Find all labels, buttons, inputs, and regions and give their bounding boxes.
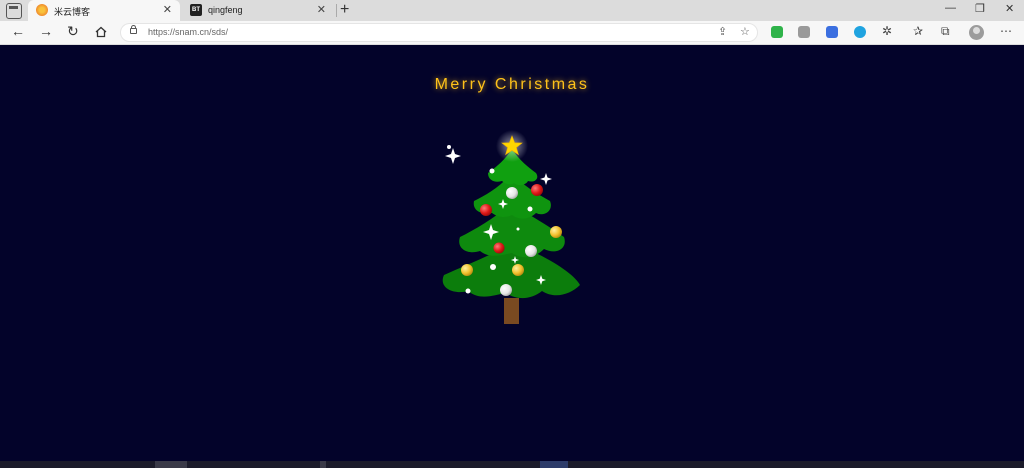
restore-icon[interactable]: ❐ [975,2,985,15]
window-close-icon[interactable]: ✕ [1005,2,1014,15]
taskbar-item[interactable] [155,461,187,468]
more-menu-icon[interactable]: ⋯ [1000,24,1012,38]
taskbar-item[interactable] [540,461,568,468]
minimize-icon[interactable]: — [945,2,956,14]
reload-icon[interactable]: ↻ [67,23,79,40]
close-tab-icon[interactable]: ✕ [317,3,326,16]
ornament-red [531,184,543,196]
light-dot [489,168,495,174]
sparkle-icon [540,173,552,185]
edge-extension-icon[interactable] [854,26,866,38]
extensions-puzzle-icon[interactable]: ✲ [882,24,892,38]
ornament-gold [461,264,473,276]
browser-toolbar: ← → ↻ https://snam.cn/sds/ ⇪ ☆ ✲ ✰ ⧉ ⋯ [0,21,1024,45]
tab-title: qingfeng [208,5,243,15]
light-dot [465,288,471,294]
taskbar [0,461,1024,468]
favorite-star-icon[interactable]: ☆ [740,25,750,38]
address-bar[interactable]: https://snam.cn/sds/ ⇪ ☆ [120,23,758,42]
ornament-silver [525,245,537,257]
forward-icon[interactable]: → [39,23,53,39]
ornament-gold [512,264,524,276]
lock-icon[interactable] [130,25,137,34]
light-dot [490,264,496,270]
ornament-red [480,204,492,216]
collections-icon[interactable]: ⧉ [941,24,950,39]
address-url: https://snam.cn/sds/ [148,27,229,37]
christmas-tree [442,130,580,324]
home-icon[interactable] [95,26,107,38]
tab-qingfeng[interactable]: BT qingfeng ✕ [182,0,334,21]
back-icon[interactable]: ← [11,23,25,39]
page-heading: Merry Christmas [434,76,590,93]
share-icon[interactable]: ⇪ [718,25,727,38]
profile-avatar[interactable] [969,25,984,40]
store-extension-icon[interactable] [798,26,810,38]
tab-title: 米云博客 [54,7,91,17]
light-dot [527,206,533,212]
tree-trunk [504,298,519,324]
ornament-silver [506,187,518,199]
translate-extension-icon[interactable] [826,26,838,38]
tab-divider [336,4,337,17]
light-dot [516,227,520,231]
tab-actions-icon[interactable] [6,3,22,19]
sparkle-icon [445,148,461,164]
ornament-red [493,242,505,254]
shield-extension-icon[interactable] [771,26,783,38]
new-tab-button[interactable]: + [340,1,349,19]
light-dot [447,145,451,149]
ornament-silver [500,284,512,296]
tab-strip: 米云博客 ✕ BT qingfeng ✕ + — ❐ ✕ [0,0,1024,21]
close-tab-icon[interactable]: ✕ [163,3,172,16]
sun-favicon-icon [36,4,48,16]
taskbar-item[interactable] [320,461,326,468]
ornament-gold [550,226,562,238]
bt-favicon-icon: BT [190,4,202,16]
favorites-icon[interactable]: ✰ [913,24,923,38]
tab-miyun-blog[interactable]: 米云博客 ✕ [28,0,180,21]
